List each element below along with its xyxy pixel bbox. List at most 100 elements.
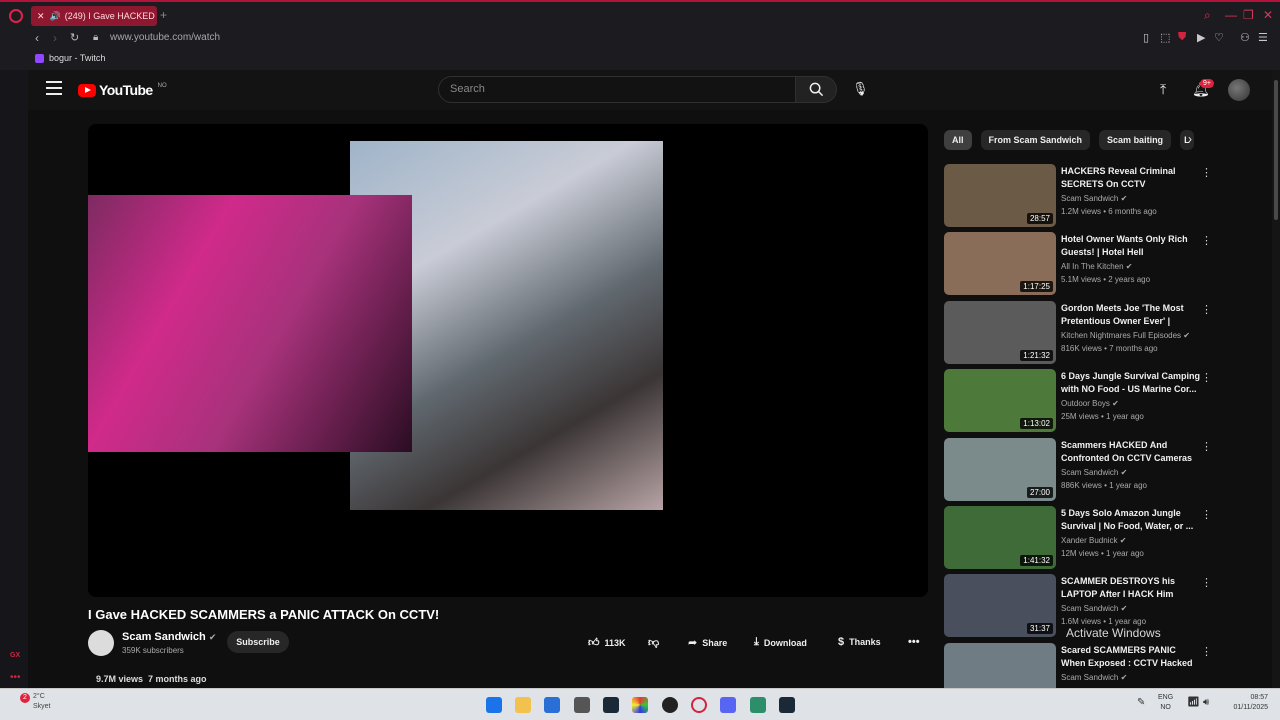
thanks-button[interactable]: $ Thanks [838, 636, 881, 648]
recommendation-title[interactable]: 5 Days Solo Amazon Jungle Survival | No … [1061, 507, 1201, 533]
recommendation-channel[interactable]: Scam Sandwich ✔ [1061, 673, 1127, 682]
duration-badge: 28:57 [1026, 213, 1053, 224]
file-explorer-icon[interactable] [515, 697, 531, 713]
pen-icon[interactable]: ✎ [1137, 698, 1145, 708]
bookmark-twitch[interactable]: bogur - Twitch [35, 53, 105, 63]
forward-icon[interactable]: › [53, 31, 57, 45]
video-thumbnail[interactable]: 28:57 [944, 164, 1056, 227]
search-input[interactable]: Search [438, 76, 796, 103]
recommendation-item[interactable]: 27:00 Scammers HACKED And Confronted On C… [944, 437, 1244, 506]
new-tab-icon[interactable]: + [160, 8, 167, 22]
close-window-icon[interactable]: ✕ [1263, 8, 1273, 22]
more-options-icon[interactable]: ⋮ [1201, 576, 1212, 589]
steam-icon[interactable] [603, 697, 619, 713]
youtube-logo[interactable]: YouTube NO [78, 82, 167, 98]
video-thumbnail[interactable]: 1:41:32 [944, 505, 1056, 569]
weather-widget[interactable]: 2°C Skyet [33, 692, 51, 712]
video-thumbnail[interactable]: 1:21:32 [944, 300, 1056, 364]
recommendation-item[interactable]: 1:41:32 5 Days Solo Amazon Jungle Surviva… [944, 505, 1244, 574]
recommendation-channel[interactable]: Scam Sandwich ✔ [1061, 468, 1127, 477]
more-options-icon[interactable]: ⋮ [1201, 508, 1212, 521]
recommendation-item[interactable]: 1:21:32 Gordon Meets Joe 'The Most Preten… [944, 300, 1244, 369]
more-options-icon[interactable]: ⋮ [1201, 645, 1212, 658]
app-dark-icon[interactable] [662, 697, 678, 713]
reload-icon[interactable]: ↻ [70, 31, 79, 44]
recommendation-title[interactable]: SCAMMER DESTROYS his LAPTOP After I HACK… [1061, 575, 1201, 601]
shield-icon[interactable]: ⛊ [1178, 31, 1186, 44]
maximize-icon[interactable]: ❐ [1243, 8, 1254, 22]
recommendation-title[interactable]: Gordon Meets Joe 'The Most Pretentious O… [1061, 302, 1201, 328]
opera-gx-icon[interactable] [691, 697, 707, 713]
recommendation-channel[interactable]: Xander Budnick ✔ [1061, 536, 1126, 545]
opera-logo-icon[interactable] [9, 9, 23, 23]
heart-icon[interactable]: ♡ [1214, 31, 1224, 44]
upload-icon[interactable]: ⤒ [1160, 81, 1166, 98]
microphone-icon[interactable]: 🎙︎ [852, 81, 869, 97]
account-icon[interactable]: ⚇ [1240, 31, 1250, 44]
speaker-icon[interactable]: 🔊 [50, 11, 61, 22]
more-options-icon[interactable]: ⋮ [1201, 303, 1212, 316]
video-thumbnail[interactable]: 1:17:25 [944, 232, 1056, 296]
volume-icon[interactable]: 🔊︎ [1203, 698, 1209, 708]
more-options-icon[interactable]: ⋮ [1201, 166, 1212, 179]
avatar[interactable] [1228, 79, 1250, 101]
language-indicator[interactable]: ENG NO [1158, 693, 1173, 713]
more-options-icon[interactable]: ⋮ [1201, 234, 1212, 247]
minimize-icon[interactable]: — [1225, 8, 1237, 22]
recommendation-title[interactable]: Hotel Owner Wants Only Rich Guests! | Ho… [1061, 233, 1201, 259]
steam-icon-2[interactable] [779, 697, 795, 713]
dislike-button[interactable]: 👎︎ [648, 636, 659, 649]
search-tabs-icon[interactable]: ⌕ [1204, 8, 1211, 23]
recommendation-item[interactable]: 28:57 HACKERS Reveal Criminal SECRETS On … [944, 164, 1244, 232]
recommendation-title[interactable]: Scammers HACKED And Confronted On CCTV C… [1061, 439, 1201, 465]
sidebar-more-icon[interactable]: ••• [10, 672, 21, 683]
player-icon[interactable]: ▶ [1197, 31, 1205, 44]
chevron-right-icon[interactable]: › [1188, 132, 1192, 146]
like-button[interactable]: 👍︎ 113K [588, 636, 626, 649]
clock[interactable]: 08:57 01/11/2025 [1222, 693, 1268, 713]
recommendation-item[interactable]: 1:17:25 Hotel Owner Wants Only Rich Guest… [944, 232, 1244, 300]
start-icon[interactable] [486, 697, 502, 713]
video-thumbnail[interactable]: 1:13:02 [944, 369, 1056, 433]
video-player[interactable] [88, 124, 928, 597]
bookmark-page-icon[interactable]: ▯ [1143, 31, 1149, 44]
more-options-icon[interactable]: ⋮ [1201, 371, 1212, 384]
download-button[interactable]: ⤓ Download [754, 636, 807, 649]
back-icon[interactable]: ‹ [35, 31, 39, 45]
scrollbar[interactable] [1272, 70, 1280, 688]
video-thumbnail[interactable]: 31:37 [944, 574, 1056, 638]
chip-from-channel[interactable]: From Scam Sandwich [980, 130, 1091, 150]
hamburger-menu-icon[interactable] [46, 81, 62, 95]
browser-tab-active[interactable]: ✕ 🔊 (249) I Gave HACKED [31, 6, 157, 26]
search-button[interactable] [795, 76, 837, 103]
subscribe-button[interactable]: Subscribe [227, 631, 289, 653]
recommendation-channel[interactable]: Kitchen Nightmares Full Episodes ✔ [1061, 331, 1190, 340]
store-icon[interactable] [544, 697, 560, 713]
recommendation-channel[interactable]: Scam Sandwich ✔ [1061, 604, 1127, 613]
more-options-icon[interactable]: ⋮ [1201, 440, 1212, 453]
wifi-icon[interactable]: 📶︎ [1187, 698, 1200, 708]
app-green-icon[interactable] [750, 697, 766, 713]
easy-setup-icon[interactable]: ☰ [1258, 31, 1268, 44]
chip-scam-baiting[interactable]: Scam baiting [1099, 130, 1172, 150]
more-actions-button[interactable]: ••• [908, 636, 920, 648]
recommendation-item[interactable]: 1:13:02 6 Days Jungle Survival Camping wi… [944, 369, 1244, 437]
recommendation-channel[interactable]: All In The Kitchen ✔ [1061, 262, 1133, 271]
discord-icon[interactable] [720, 697, 736, 713]
video-thumbnail[interactable]: 27:00 [944, 437, 1056, 501]
chip-all[interactable]: All [944, 130, 972, 150]
recommendation-title[interactable]: Scared SCAMMERS PANIC When Exposed : CCT… [1061, 644, 1201, 670]
recommendation-title[interactable]: 6 Days Jungle Survival Camping with NO F… [1061, 370, 1201, 396]
app-color-icon[interactable] [632, 697, 648, 713]
app-icon[interactable] [574, 697, 590, 713]
recommendation-channel[interactable]: Outdoor Boys ✔ [1061, 399, 1119, 408]
snapshot-icon[interactable]: ⬚ [1160, 31, 1170, 44]
gx-icon[interactable]: GX [10, 652, 20, 659]
channel-name[interactable]: Scam Sandwich ✔ [122, 631, 216, 643]
recommendation-title[interactable]: HACKERS Reveal Criminal SECRETS On CCTV [1061, 165, 1201, 191]
recommendation-channel[interactable]: Scam Sandwich ✔ [1061, 194, 1127, 203]
close-tab-icon[interactable]: ✕ [37, 11, 45, 22]
channel-avatar[interactable] [88, 630, 114, 656]
share-button[interactable]: ➦ Share [688, 636, 727, 649]
url-field[interactable]: www.youtube.com/watch [110, 32, 220, 43]
